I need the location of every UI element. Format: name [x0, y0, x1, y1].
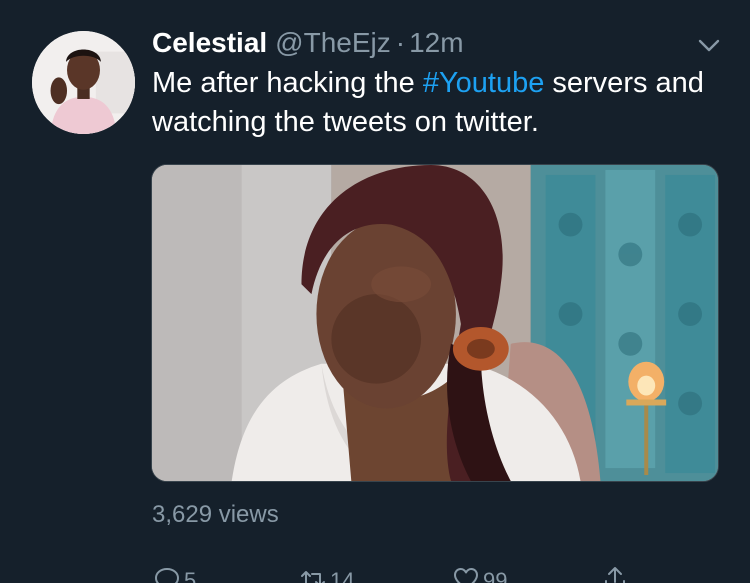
retweet-count: 14: [330, 568, 355, 583]
reply-button[interactable]: 5: [152, 564, 196, 583]
reply-count: 5: [184, 568, 197, 583]
tweet[interactable]: Celestial @TheEjz · 12m Me after hacking…: [0, 0, 750, 583]
share-icon: [600, 564, 630, 583]
tweet-text-before: Me after hacking the: [152, 67, 423, 99]
tweet-text: Me after hacking the #Youtube servers an…: [152, 64, 722, 142]
retweet-icon: [298, 564, 328, 583]
media-video[interactable]: [151, 164, 719, 482]
heart-icon: [451, 564, 481, 583]
display-name[interactable]: Celestial: [152, 26, 267, 60]
like-count: 99: [483, 568, 508, 583]
user-handle[interactable]: @TheEjz: [275, 26, 391, 60]
share-button[interactable]: [600, 564, 630, 583]
separator-dot: ·: [395, 27, 406, 58]
reply-icon: [152, 564, 182, 583]
tweet-header: Celestial @TheEjz · 12m: [152, 26, 464, 60]
action-bar: 5 14 99: [0, 560, 750, 583]
hashtag-link[interactable]: #Youtube: [423, 67, 545, 99]
view-count: 3,629 views: [152, 501, 279, 528]
like-button[interactable]: 99: [451, 564, 507, 583]
retweet-button[interactable]: 14: [298, 564, 354, 583]
video-thumbnail: [152, 165, 718, 481]
timestamp[interactable]: 12m: [409, 26, 463, 60]
avatar-image: [32, 31, 135, 134]
chevron-down-icon[interactable]: [694, 30, 724, 60]
avatar[interactable]: [32, 31, 135, 134]
